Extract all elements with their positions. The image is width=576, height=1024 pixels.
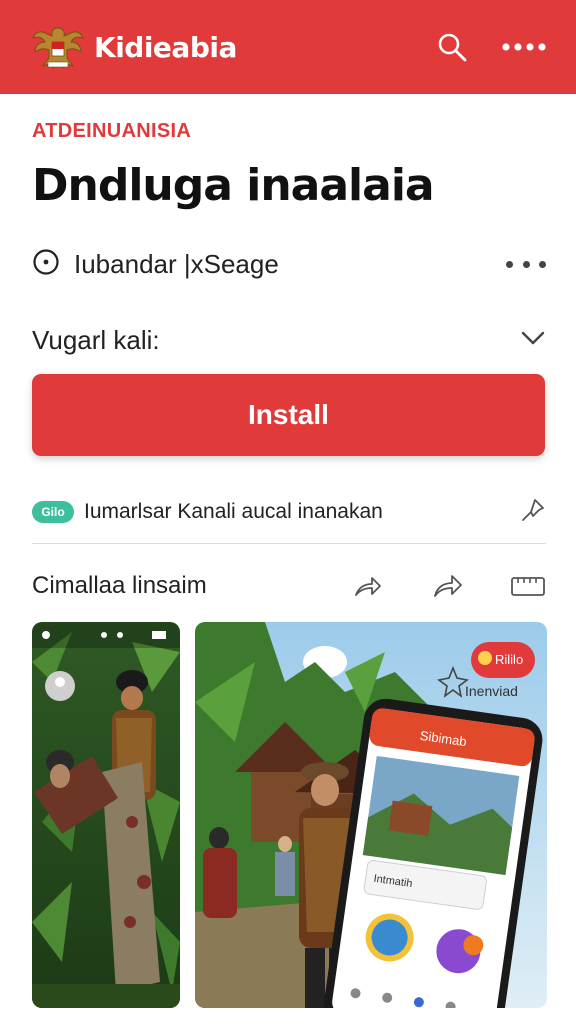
app-bar: Kidieabia [0, 0, 576, 94]
feature-badge: Gilo [32, 501, 74, 523]
clock-icon [32, 248, 60, 281]
garuda-logo-icon[interactable] [30, 21, 86, 73]
feature-text: Iumarlsar Kanali aucal inanakan [84, 500, 383, 523]
app-title: Dndluga inaalaia [32, 160, 435, 211]
promo-text: Inenviad [465, 683, 518, 699]
promo-badge: Rililo [495, 652, 523, 667]
version-row[interactable]: Vugarl kali: [32, 320, 546, 360]
pin-icon[interactable] [520, 497, 546, 528]
screenshots-title: Cimallaa linsaim [32, 572, 207, 599]
version-label: Vugarl kali: [32, 324, 160, 355]
publisher-name: Iubandar |xSeage [74, 248, 279, 279]
install-button[interactable]: Install [32, 374, 545, 456]
screenshot-1[interactable] [32, 622, 180, 1008]
publisher-row[interactable]: Iubandar |xSeage [32, 244, 546, 284]
app-category-label: ATDEINUANISIA [32, 120, 192, 142]
publisher-more-icon[interactable] [506, 254, 546, 274]
forward-icon[interactable] [430, 568, 466, 604]
divider [32, 543, 546, 544]
more-icon[interactable] [500, 29, 548, 65]
feature-row[interactable]: Gilo Iumarlsar Kanali aucal inanakan [32, 494, 546, 530]
brand-name: Kidieabia [94, 30, 237, 64]
gallery-icon[interactable] [510, 568, 546, 604]
share-icon[interactable] [350, 568, 386, 604]
search-icon[interactable] [434, 29, 470, 65]
screenshot-2[interactable]: Rililo Inenviad Sibimab Intmatih [195, 622, 547, 1008]
chevron-down-icon[interactable] [520, 330, 546, 351]
screenshots-header: Cimallaa linsaim [32, 566, 546, 606]
